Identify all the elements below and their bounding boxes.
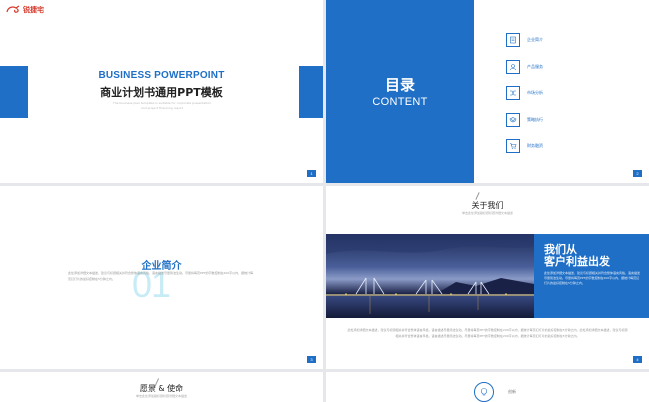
toc-item-5: 财务融资 — [506, 139, 543, 153]
title-accent-line — [475, 192, 480, 200]
vision-subtitle: 单击此处添加副标题标题详细文本描述 — [135, 394, 187, 398]
slide-grid: 锐捷宅 BUSINESS POWERPOINT 商业计划书通用PPT模板 The… — [0, 0, 649, 402]
page-number: 2 — [633, 170, 642, 177]
toc-item-label: 市场分析 — [527, 90, 543, 95]
logo: 锐捷宅 — [6, 5, 44, 15]
about-panel: 我们从 客户利益出发 此处添加详细文本描述，建议与标题相关并符合整体语言风格，语… — [534, 234, 649, 318]
toc-item-label: 财务融资 — [527, 143, 543, 148]
title-chinese: 商业计划书通用PPT模板 — [100, 86, 223, 99]
panel-text: 此处添加详细文本描述，建议与标题相关并符合整体语言风格，语言描述尽量简洁生动。尽… — [544, 271, 641, 285]
lightbulb-icon — [474, 382, 494, 402]
page-number: 3 — [307, 356, 316, 363]
vision-title: 愿景 & 使命 — [139, 384, 184, 393]
toc-item-label: 企业简介 — [527, 37, 543, 42]
toc-title-english: CONTENT — [372, 96, 428, 108]
innovation-label: 创新 — [508, 389, 516, 394]
slide-2-thumbnail[interactable]: 目录 CONTENT 企业简介 产品服务 市场分析 策略执行 财务融资 2 — [326, 0, 649, 183]
subtitle: The business plan template is suitable f… — [112, 101, 212, 110]
bridge-night-image — [326, 234, 534, 318]
cart-icon — [506, 139, 520, 153]
user-icon — [506, 59, 520, 74]
logo-text: 锐捷宅 — [23, 6, 44, 14]
shuffle-icon — [506, 86, 520, 100]
toc-item-3: 市场分析 — [506, 86, 543, 100]
slide-6-thumbnail[interactable]: 创新 — [326, 372, 649, 402]
toc-item-1: 企业简介 — [506, 33, 543, 47]
toc-item-4: 策略执行 — [506, 112, 543, 127]
about-subtitle: 单击此处添加副标题标题详细文本描述 — [461, 211, 513, 215]
slide-5-thumbnail[interactable]: 愿景 & 使命 单击此处添加副标题标题详细文本描述 — [0, 372, 323, 402]
slide-3-thumbnail[interactable]: 01 企业简介 此处添加详细文本描述，建议与标题相关并符合整体语言风格，语言描述… — [0, 186, 323, 369]
toc-panel: 目录 CONTENT — [326, 0, 474, 183]
about-title: 关于我们 — [471, 201, 504, 210]
document-icon — [506, 33, 520, 47]
toc-item-label: 产品服务 — [527, 63, 543, 69]
chameleon-logo-icon — [6, 5, 20, 13]
bridge-photo — [326, 234, 534, 318]
toc-item-label: 策略执行 — [527, 116, 543, 122]
page-number: 1 — [307, 170, 316, 177]
title-english: BUSINESS POWERPOINT — [98, 70, 225, 81]
toc-list: 企业简介 产品服务 市场分析 策略执行 财务融资 — [506, 33, 543, 166]
stack-icon — [506, 112, 520, 127]
slide-4-thumbnail[interactable]: 关于我们 单击此处添加副标题标题详细文本描述 我们从 客户利益出发 此处添加详细… — [326, 186, 649, 369]
slide-1-thumbnail[interactable]: 锐捷宅 BUSINESS POWERPOINT 商业计划书通用PPT模板 The… — [0, 0, 323, 183]
panel-heading-2: 客户利益出发 — [544, 255, 610, 268]
toc-title-chinese: 目录 — [384, 76, 415, 94]
about-body: 此处添加详细文本描述，建议与标题相关并符合整体语言风格，语言描述尽量简洁生动。尽… — [347, 328, 628, 338]
toc-item-2: 产品服务 — [506, 59, 543, 74]
page-number: 4 — [633, 356, 642, 363]
section-title: 企业简介 — [141, 261, 182, 272]
section-body: 此处添加详细文本描述，建议与标题相关并符合整体语言风格，语言描述尽量简洁生动。尽… — [68, 271, 254, 281]
